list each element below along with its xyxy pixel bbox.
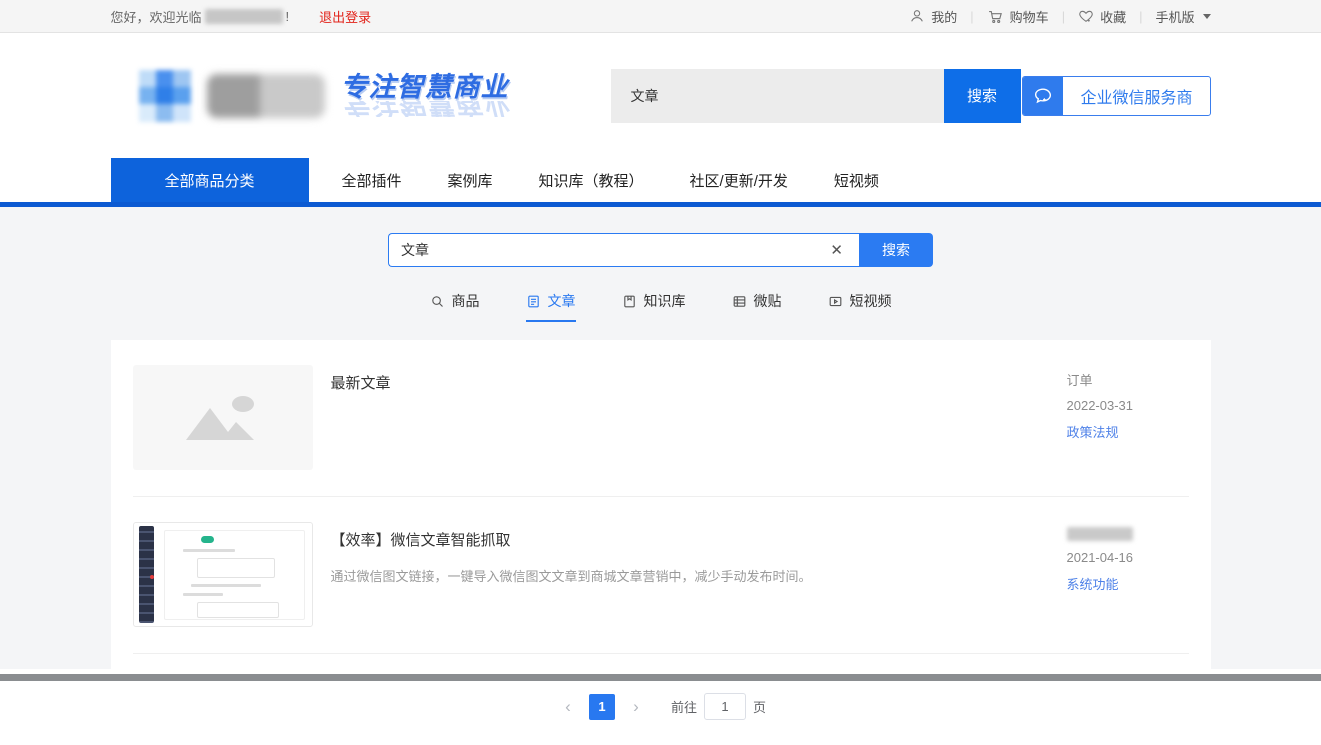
header-search: 搜索 — [611, 69, 1021, 123]
slogan-text: 专注智慧商业 — [341, 74, 521, 101]
tab-knowledge-base[interactable]: 知识库 — [622, 291, 686, 322]
goto-page-input[interactable] — [704, 693, 746, 720]
result-item[interactable]: 【效率】微信文章智能抓取 通过微信图文链接，一键导入微信图文文章到商城文章营销中… — [111, 497, 1211, 653]
tab-articles[interactable]: 文章 — [526, 291, 576, 322]
header-search-button[interactable]: 搜索 — [944, 69, 1021, 123]
nav-item-case-library[interactable]: 案例库 — [425, 158, 516, 202]
nav-item-all-plugins[interactable]: 全部插件 — [319, 158, 425, 202]
nav-item-all-categories[interactable]: 全部商品分类 — [111, 158, 309, 202]
mobile-version-menu[interactable]: 手机版 — [1155, 7, 1210, 26]
result-category: 订单 — [1067, 370, 1093, 389]
topbar-separator: | — [1139, 9, 1142, 24]
result-title[interactable]: 最新文章 — [331, 372, 1067, 393]
blurred-username — [205, 9, 283, 24]
main-nav: 全部商品分类 全部插件 案例库 知识库（教程） 社区/更新/开发 短视频 — [0, 158, 1321, 207]
tab-goods[interactable]: 商品 — [430, 291, 480, 322]
greeting-text: 您好，欢迎光临 ! — [111, 7, 290, 26]
search-input[interactable] — [401, 242, 826, 258]
tab-micro-posts[interactable]: 微贴 — [732, 291, 782, 322]
current-page-button[interactable]: 1 — [589, 694, 615, 720]
nav-item-community[interactable]: 社区/更新/开发 — [667, 158, 811, 202]
user-icon — [909, 8, 925, 24]
next-page-button[interactable]: › — [623, 694, 649, 720]
prev-page-button[interactable]: ‹ — [555, 694, 581, 720]
nav-item-short-video[interactable]: 短视频 — [811, 158, 902, 202]
image-placeholder-icon — [184, 394, 262, 442]
favorites-link[interactable]: 收藏 — [1078, 7, 1126, 26]
goto-label: 前往 — [671, 697, 697, 716]
result-description: 通过微信图文链接，一键导入微信图文文章到商城文章营销中，减少手动发布时间。 — [331, 567, 1067, 588]
goto-unit-label: 页 — [753, 697, 766, 716]
logout-link[interactable]: 退出登录 — [319, 7, 371, 26]
logo-text-blurred — [207, 74, 325, 118]
search-button[interactable]: 搜索 — [859, 233, 933, 267]
greeting-prefix: 您好，欢迎光临 — [111, 7, 202, 26]
topbar: 您好，欢迎光临 ! 退出登录 我的 | 购物车 | 收藏 | 手机版 — [0, 0, 1321, 33]
clear-icon[interactable]: ✕ — [826, 241, 847, 259]
book-icon — [622, 294, 637, 309]
article-thumbnail-placeholder — [133, 365, 313, 470]
result-title[interactable]: 【效率】微信文章智能抓取 — [331, 529, 1067, 550]
topbar-separator: | — [970, 9, 973, 24]
thumbnail-admin-form — [164, 530, 305, 620]
site-header: 专注智慧商业 专注智慧商业 搜索 企业微信服务商 — [0, 33, 1321, 158]
result-date: 2021-04-16 — [1067, 550, 1134, 565]
slogan: 专注智慧商业 专注智慧商业 — [341, 74, 521, 117]
logo-mark-blurred — [139, 70, 191, 122]
thumbnail-badge-dot — [150, 575, 154, 579]
search-icon — [430, 294, 445, 309]
wecom-button-label: 企业微信服务商 — [1063, 84, 1209, 108]
heart-icon — [1078, 8, 1094, 24]
site-logo[interactable] — [139, 70, 325, 122]
results-card: 最新文章 订单 2022-03-31 政策法规 — [111, 340, 1211, 745]
article-icon — [526, 294, 541, 309]
result-type-tabs: 商品 文章 知识库 微贴 短视频 — [0, 291, 1321, 322]
list-icon — [732, 294, 747, 309]
greeting-suffix: ! — [286, 9, 290, 24]
bottom-scrollbar-strip[interactable] — [0, 674, 1321, 681]
result-tag-link[interactable]: 系统功能 — [1067, 574, 1119, 593]
wechat-bubble-icon — [1023, 76, 1063, 116]
cart-link[interactable]: 购物车 — [987, 7, 1049, 26]
inner-search-bar: ✕ 搜索 — [388, 233, 933, 267]
topbar-separator: | — [1062, 9, 1065, 24]
my-account-link[interactable]: 我的 — [909, 7, 957, 26]
video-icon — [828, 294, 843, 309]
blurred-category — [1067, 527, 1133, 541]
slogan-reflection: 专注智慧商业 — [341, 101, 521, 117]
header-search-input[interactable] — [611, 69, 944, 123]
pagination: ‹ 1 › 前往 页 — [111, 654, 1211, 745]
chevron-down-icon — [1203, 14, 1211, 19]
plugin-screenshot-thumbnail — [133, 522, 313, 627]
cart-icon — [987, 8, 1004, 25]
wecom-service-button[interactable]: 企业微信服务商 — [1022, 76, 1210, 116]
tab-short-video[interactable]: 短视频 — [828, 291, 892, 322]
result-item[interactable]: 最新文章 订单 2022-03-31 政策法规 — [111, 340, 1211, 496]
result-date: 2022-03-31 — [1067, 398, 1134, 413]
search-results-page: ✕ 搜索 商品 文章 知识库 微贴 短视频 — [0, 207, 1321, 669]
result-tag-link[interactable]: 政策法规 — [1067, 422, 1119, 441]
nav-item-knowledge-base[interactable]: 知识库（教程） — [516, 158, 667, 202]
